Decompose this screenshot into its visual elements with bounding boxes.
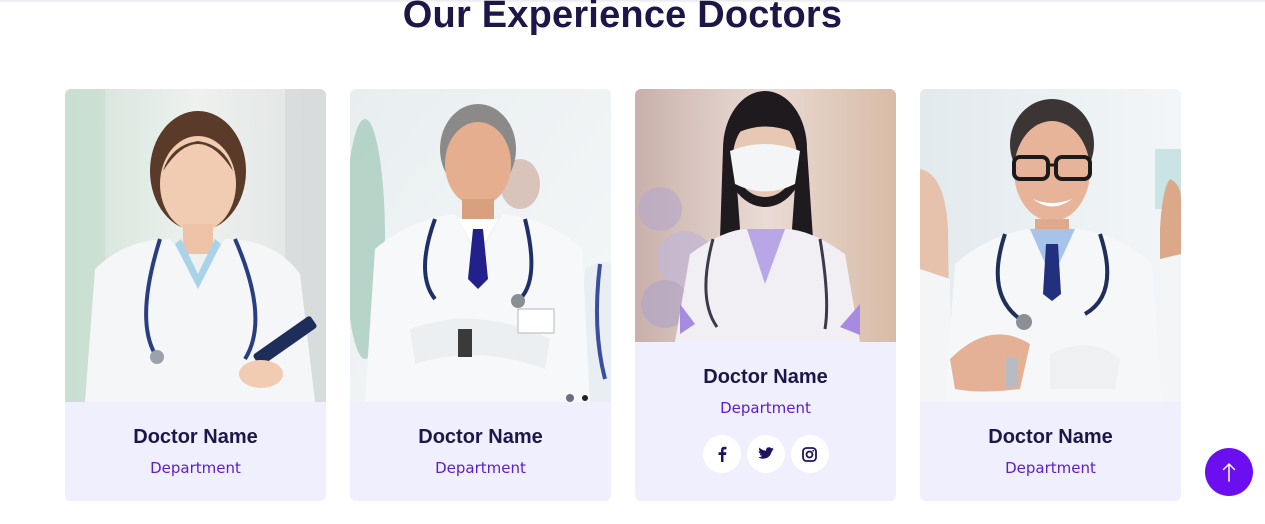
facebook-icon[interactable] [702, 435, 741, 473]
doctor-info: Doctor Name Department [350, 402, 611, 501]
doctor-name: Doctor Name [418, 426, 543, 448]
doctor-photo [350, 89, 611, 402]
doctor-department: Department [720, 399, 811, 417]
doctor-name: Doctor Name [988, 426, 1113, 448]
doctor-info: Doctor Name Department [635, 342, 896, 501]
section-title: Our Experience Doctors [402, 0, 843, 36]
doctor-photo [65, 89, 326, 402]
doctor-department: Department [150, 459, 241, 477]
doctor-info: Doctor Name Department [65, 402, 326, 501]
doctor-info: Doctor Name Department [920, 402, 1181, 501]
twitter-icon[interactable] [746, 435, 785, 473]
doctor-photo [635, 89, 896, 342]
instagram-icon[interactable] [790, 435, 829, 473]
doctor-department: Department [435, 459, 526, 477]
doctor-name: Doctor Name [703, 366, 828, 388]
doctor-name: Doctor Name [133, 426, 258, 448]
arrow-up-icon [1222, 462, 1236, 482]
doctor-department: Department [1005, 459, 1096, 477]
doctor-card-active[interactable]: Doctor Name Department [635, 89, 896, 501]
doctor-photo [920, 89, 1181, 402]
doctor-card[interactable]: Doctor Name Department [350, 89, 611, 501]
doctor-card[interactable]: Doctor Name Department [65, 89, 326, 501]
social-links [635, 435, 896, 473]
scroll-to-top-button[interactable] [1205, 448, 1253, 496]
doctor-card[interactable]: Doctor Name Department [920, 89, 1181, 501]
